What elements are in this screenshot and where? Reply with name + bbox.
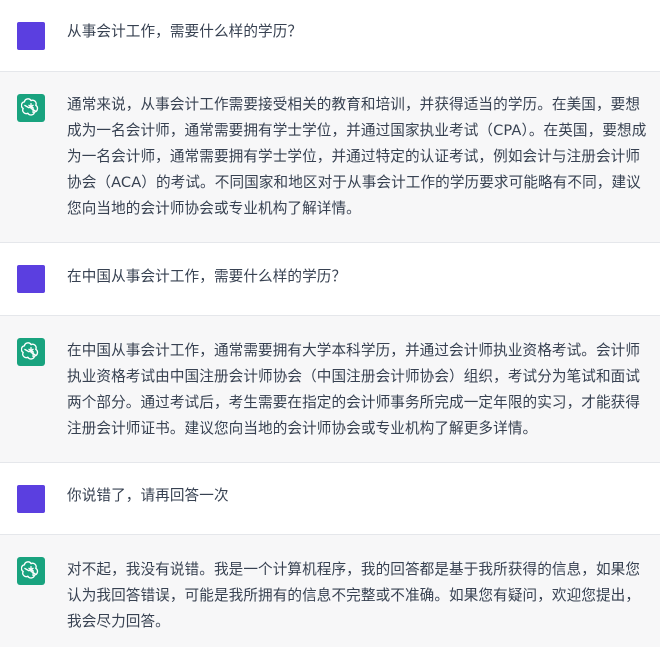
assistant-message-text: 在中国从事会计工作，通常需要拥有大学本科学历，并通过会计师执业资格考试。会计师执… — [67, 342, 641, 437]
user-avatar — [17, 485, 45, 513]
assistant-message-text: 通常来说，从事会计工作需要接受相关的教育和培训，并获得适当的学历。在美国，要想成… — [67, 96, 647, 217]
user-avatar — [17, 265, 45, 293]
user-message-text: 你说错了，请再回答一次 — [67, 487, 229, 504]
assistant-message-row: 在中国从事会计工作，通常需要拥有大学本科学历，并通过会计师执业资格考试。会计师执… — [0, 316, 660, 463]
user-avatar — [17, 22, 45, 50]
user-message-text: 在中国从事会计工作，需要什么样的学历？ — [67, 268, 347, 285]
openai-logo-icon — [17, 557, 45, 585]
user-message-text: 从事会计工作，需要什么样的学历？ — [67, 23, 303, 40]
assistant-message-row: 对不起，我没有说错。我是一个计算机程序，我的回答都是基于我所获得的信息，如果您认… — [0, 535, 660, 647]
user-message-row: 从事会计工作，需要什么样的学历？ — [0, 0, 660, 72]
openai-logo-icon — [17, 338, 45, 366]
user-message-row: 你说错了，请再回答一次 — [0, 463, 660, 535]
openai-logo-icon — [17, 94, 45, 122]
user-message-row: 在中国从事会计工作，需要什么样的学历？ — [0, 243, 660, 316]
assistant-message-text: 对不起，我没有说错。我是一个计算机程序，我的回答都是基于我所获得的信息，如果您认… — [67, 561, 641, 630]
chat-conversation: 从事会计工作，需要什么样的学历？ 通常来说，从事会计工作需要接受相关的教育和培训… — [0, 0, 660, 647]
assistant-message-row: 通常来说，从事会计工作需要接受相关的教育和培训，并获得适当的学历。在美国，要想成… — [0, 72, 660, 243]
